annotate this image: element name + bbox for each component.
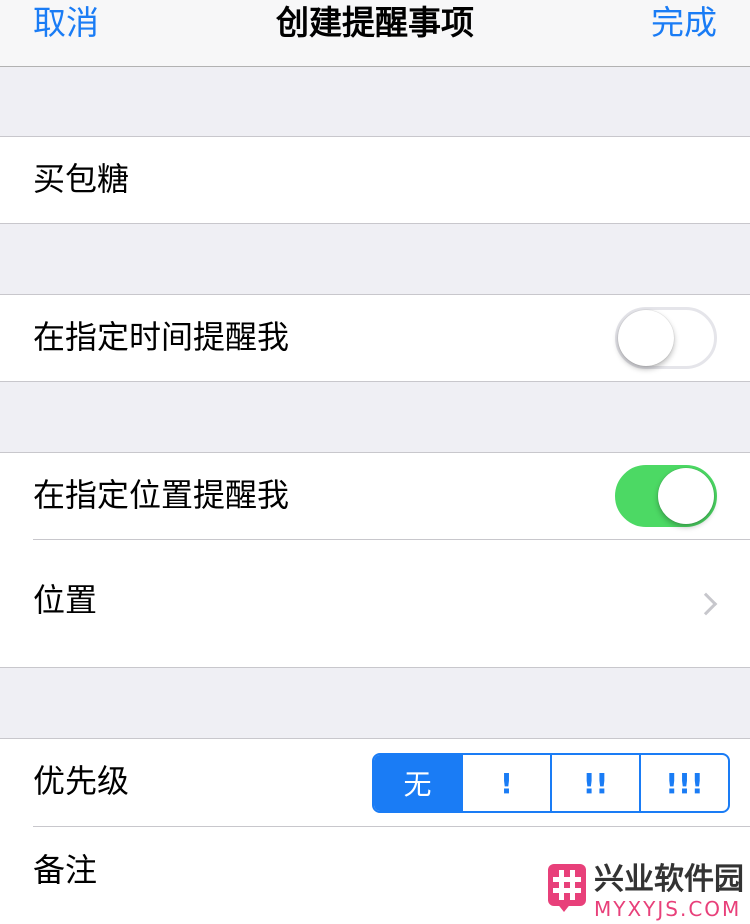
priority-option-high[interactable]: !!! <box>639 755 728 811</box>
reminder-title-input[interactable]: 买包糖 <box>33 159 129 199</box>
notes-label: 备注 <box>33 851 98 889</box>
page-title: 创建提醒事项 <box>276 3 474 42</box>
priority-option-none[interactable]: 无 <box>374 755 461 811</box>
location-row[interactable]: 位置 <box>0 540 750 667</box>
priority-option-low[interactable]: ! <box>461 755 550 811</box>
site-watermark: 兴业软件园 MYXYJS.COM <box>548 862 750 924</box>
location-label: 位置 <box>33 581 98 619</box>
watermark-name: 兴业软件园 <box>594 862 744 897</box>
chevron-right-icon <box>694 592 718 616</box>
priority-option-medium[interactable]: !! <box>550 755 639 811</box>
priority-segmented-control[interactable]: 无 ! !! !!! <box>372 753 730 813</box>
title-group: 买包糖 <box>0 136 750 224</box>
toggle-knob <box>658 468 714 524</box>
logo-tail <box>556 902 572 912</box>
time-alert-row: 在指定时间提醒我 <box>0 295 750 381</box>
toggle-knob <box>618 310 674 366</box>
location-alert-group: 在指定位置提醒我 位置 <box>0 452 750 668</box>
watermark-url: MYXYJS.COM <box>594 897 742 921</box>
hash-logo-icon <box>548 864 586 906</box>
priority-label: 优先级 <box>33 762 130 800</box>
navigation-bar: 取消 创建提醒事项 完成 <box>0 0 750 67</box>
priority-row: 优先级 无 ! !! !!! <box>0 739 750 826</box>
location-alert-row: 在指定位置提醒我 <box>0 453 750 540</box>
location-alert-toggle[interactable] <box>615 465 717 527</box>
done-button[interactable]: 完成 <box>651 2 717 44</box>
create-reminder-screen: 取消 创建提醒事项 完成 买包糖 在指定时间提醒我 在指定位置提醒我 位置 优先… <box>0 0 750 924</box>
time-alert-label: 在指定时间提醒我 <box>33 318 290 356</box>
reminder-title-row[interactable]: 买包糖 <box>0 137 750 223</box>
location-alert-label: 在指定位置提醒我 <box>33 476 290 514</box>
time-alert-toggle[interactable] <box>615 307 717 369</box>
time-alert-group: 在指定时间提醒我 <box>0 294 750 382</box>
